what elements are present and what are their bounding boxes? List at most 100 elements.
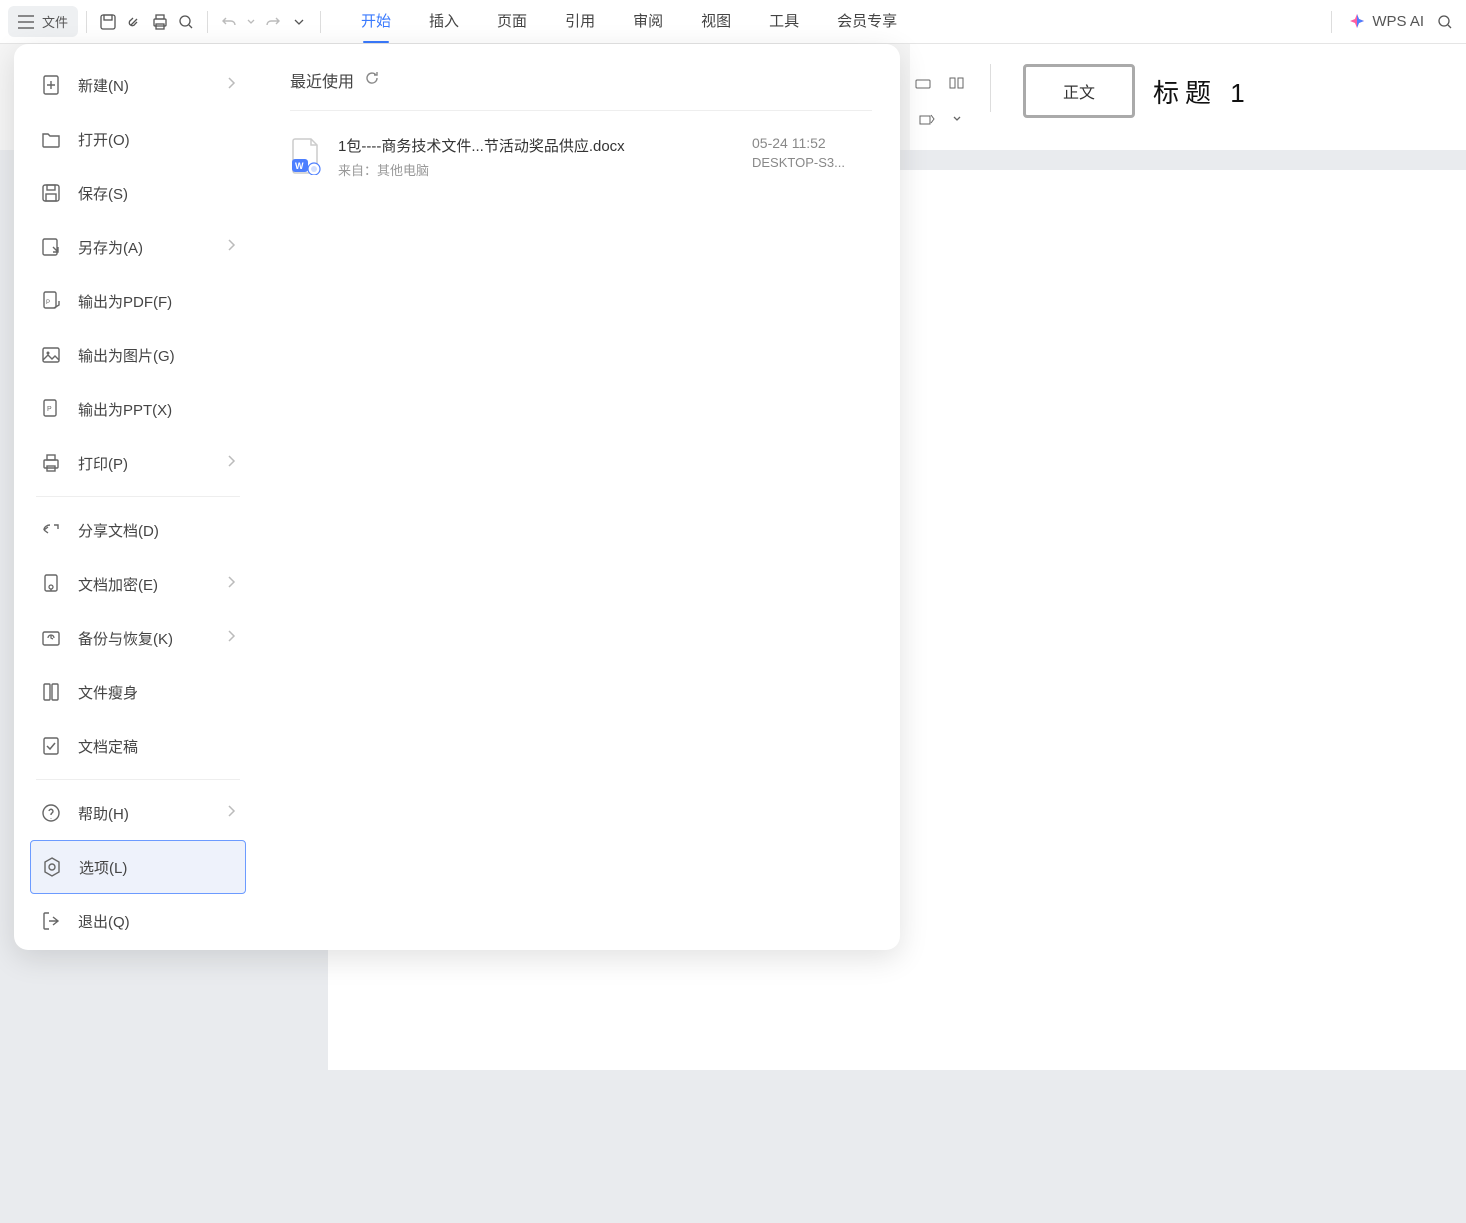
menu-options[interactable]: 选项(L) [30, 840, 246, 894]
recent-title: 最近使用 [290, 68, 354, 92]
style-dropdown-icon[interactable] [948, 106, 966, 132]
menu-export-pdf-label: 输出为PDF(F) [78, 291, 172, 312]
menu-new-label: 新建(N) [78, 75, 129, 96]
wps-ai-label: WPS AI [1372, 13, 1424, 30]
style-icon-b[interactable] [944, 70, 970, 96]
separator [207, 11, 208, 33]
export-image-icon [40, 344, 62, 366]
tab-page[interactable]: 页面 [487, 4, 537, 39]
save-icon [40, 182, 62, 204]
style-mini-controls [910, 70, 970, 132]
svg-text:P: P [47, 406, 52, 413]
menu-finalize[interactable]: 文档定稿 [30, 719, 246, 773]
separator [320, 11, 321, 33]
save-as-icon [40, 236, 62, 258]
chevron-right-icon [226, 804, 236, 822]
docx-icon: W [290, 137, 322, 175]
exit-icon [40, 910, 62, 932]
recent-header: 最近使用 [290, 68, 872, 92]
menu-save-as[interactable]: 另存为(A) [30, 220, 246, 274]
menu-help-label: 帮助(H) [78, 803, 129, 824]
export-ppt-icon: P [40, 398, 62, 420]
menu-exit[interactable]: 退出(Q) [30, 894, 246, 948]
style-icon-c[interactable] [914, 106, 940, 132]
menu-open[interactable]: 打开(O) [30, 112, 246, 166]
ribbon-tabs: 开始 插入 页面 引用 审阅 视图 工具 会员专享 [351, 4, 907, 39]
hamburger-icon [18, 15, 34, 29]
style-heading1[interactable]: 标题 1 [1153, 73, 1251, 110]
recent-file-host: DESKTOP-S3... [752, 155, 872, 170]
svg-text:W: W [295, 161, 304, 171]
menu-share-label: 分享文档(D) [78, 520, 159, 541]
share-icon [40, 519, 62, 541]
menu-slim[interactable]: 文件瘦身 [30, 665, 246, 719]
menu-divider [36, 779, 240, 780]
file-menu-sidebar: 新建(N) 打开(O) 保存(S) [14, 44, 262, 950]
recent-file-info: 1包----商务技术文件...节活动奖品供应.docx 来自：其他电脑 [338, 135, 736, 179]
options-icon [41, 856, 63, 878]
tab-reference[interactable]: 引用 [555, 4, 605, 39]
wps-ai-button[interactable]: WPS AI [1348, 13, 1424, 31]
top-toolbar: 文件 开始 插入 页面 引用 审阅 视图 工具 会员专享 WPS A [0, 0, 1466, 44]
menu-open-label: 打开(O) [78, 129, 130, 150]
file-menu-panel: 新建(N) 打开(O) 保存(S) [14, 44, 900, 950]
tab-member[interactable]: 会员专享 [827, 4, 907, 39]
link-icon[interactable] [121, 9, 147, 35]
recent-file-time: 05-24 11:52 [752, 135, 872, 151]
undo-dropdown-icon[interactable] [242, 9, 260, 35]
menu-export-ppt[interactable]: P 输出为PPT(X) [30, 382, 246, 436]
svg-text:P: P [46, 300, 50, 306]
refresh-icon[interactable] [364, 70, 380, 91]
save-icon[interactable] [95, 9, 121, 35]
open-folder-icon [40, 128, 62, 150]
separator [990, 64, 991, 112]
menu-export-pdf[interactable]: P 输出为PDF(F) [30, 274, 246, 328]
redo-icon[interactable] [260, 9, 286, 35]
search-icon[interactable] [1432, 9, 1458, 35]
chevron-right-icon [226, 575, 236, 593]
style-body[interactable]: 正文 [1023, 64, 1135, 118]
menu-print[interactable]: 打印(P) [30, 436, 246, 490]
chevron-right-icon [226, 238, 236, 256]
style-icon-a[interactable] [910, 70, 936, 96]
tab-view[interactable]: 视图 [691, 4, 741, 39]
chevron-right-icon [226, 454, 236, 472]
slim-icon [40, 681, 62, 703]
recent-files-panel: 最近使用 W 1包----商务技术文件...节活动奖品供应.docx 来自：其他… [262, 44, 900, 950]
recent-file-meta: 05-24 11:52 DESKTOP-S3... [752, 135, 872, 170]
menu-save-label: 保存(S) [78, 183, 128, 204]
chevron-right-icon [226, 629, 236, 647]
file-label: 文件 [42, 12, 68, 31]
print-icon[interactable] [147, 9, 173, 35]
new-file-icon [40, 74, 62, 96]
undo-icon[interactable] [216, 9, 242, 35]
menu-help[interactable]: 帮助(H) [30, 786, 246, 840]
file-button[interactable]: 文件 [8, 6, 78, 37]
ribbon-styles: 正文 标题 1 [910, 44, 1466, 164]
tab-review[interactable]: 审阅 [623, 4, 673, 39]
recent-file-item[interactable]: W 1包----商务技术文件...节活动奖品供应.docx 来自：其他电脑 05… [290, 127, 872, 187]
wps-ai-icon [1348, 13, 1366, 31]
menu-exit-label: 退出(Q) [78, 911, 130, 932]
menu-slim-label: 文件瘦身 [78, 682, 138, 703]
style-body-label: 正文 [1063, 79, 1095, 103]
help-icon [40, 802, 62, 824]
menu-encrypt[interactable]: 文档加密(E) [30, 557, 246, 611]
menu-share[interactable]: 分享文档(D) [30, 503, 246, 557]
preview-icon[interactable] [173, 9, 199, 35]
menu-export-image[interactable]: 输出为图片(G) [30, 328, 246, 382]
menu-save-as-label: 另存为(A) [78, 237, 143, 258]
menu-divider [36, 496, 240, 497]
menu-options-label: 选项(L) [79, 857, 127, 878]
tab-insert[interactable]: 插入 [419, 4, 469, 39]
encrypt-icon [40, 573, 62, 595]
toolbar-right: WPS AI [1323, 9, 1458, 35]
recent-divider [290, 110, 872, 111]
menu-new[interactable]: 新建(N) [30, 58, 246, 112]
menu-encrypt-label: 文档加密(E) [78, 574, 158, 595]
menu-backup[interactable]: 备份与恢复(K) [30, 611, 246, 665]
menu-save[interactable]: 保存(S) [30, 166, 246, 220]
tab-start[interactable]: 开始 [351, 4, 401, 39]
tab-tools[interactable]: 工具 [759, 4, 809, 39]
more-dropdown-icon[interactable] [286, 9, 312, 35]
